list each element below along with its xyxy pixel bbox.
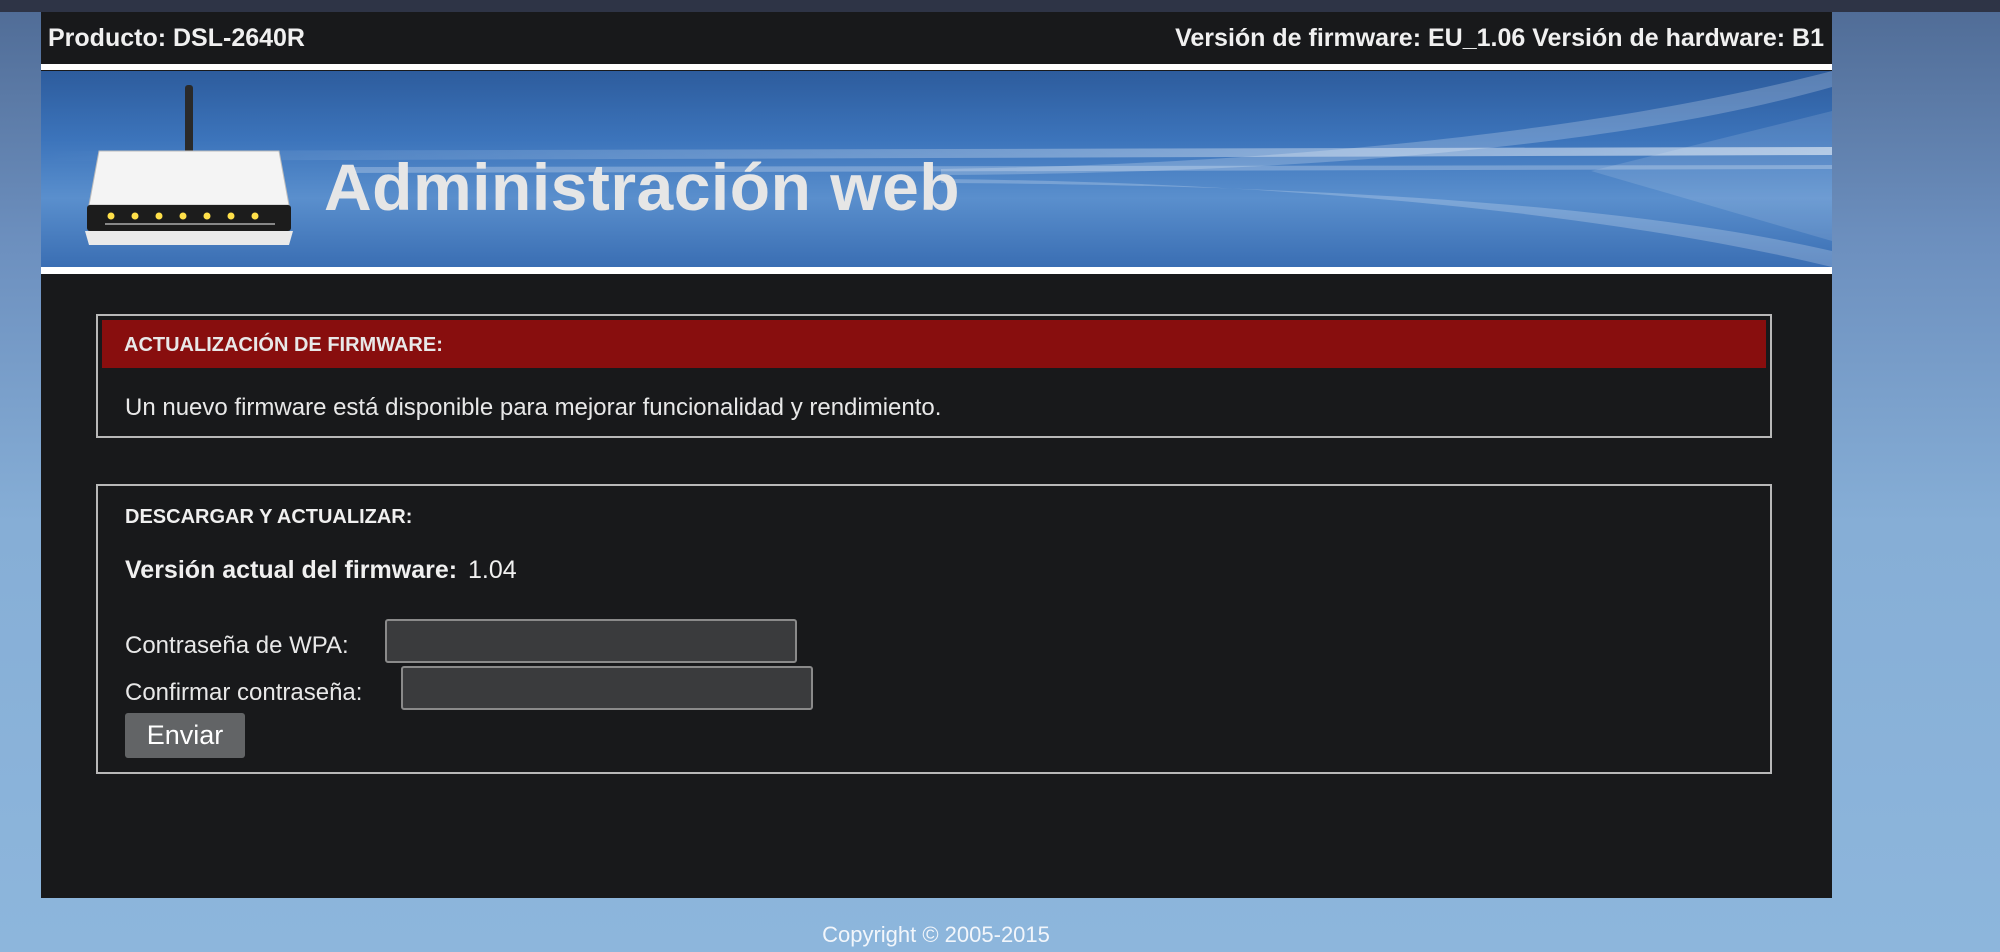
current-firmware-row: Versión actual del firmware: 1.04 (125, 556, 517, 585)
banner-divider (41, 267, 1832, 274)
confirm-password-input[interactable] (401, 666, 813, 710)
router-admin-panel: Producto: DSL-2640R Versión de firmware:… (41, 12, 1832, 898)
current-firmware-value: 1.04 (468, 556, 517, 584)
copyright-footer: Copyright © 2005-2015 (822, 922, 1050, 947)
page-title: Administración web (324, 150, 961, 224)
wpa-password-label: Contraseña de WPA: (125, 632, 349, 659)
device-info-bar: Producto: DSL-2640R Versión de firmware:… (41, 12, 1832, 64)
firmware-update-title: ACTUALIZACIÓN DE FIRMWARE: (124, 334, 443, 356)
version-info: Versión de firmware: EU_1.06 Versión de … (1175, 24, 1824, 52)
banner: Administración web (41, 71, 1832, 267)
router-icon (85, 85, 293, 245)
firmware-update-header: ACTUALIZACIÓN DE FIRMWARE: (102, 320, 1766, 368)
submit-button[interactable]: Enviar (125, 713, 245, 758)
download-update-section: DESCARGAR Y ACTUALIZAR: Versión actual d… (96, 484, 1772, 774)
firmware-update-section: ACTUALIZACIÓN DE FIRMWARE: Un nuevo firm… (96, 314, 1772, 438)
header-divider (41, 64, 1832, 70)
product-name: Producto: DSL-2640R (48, 24, 305, 52)
browser-top-strip (0, 0, 2000, 12)
download-update-title: DESCARGAR Y ACTUALIZAR: (125, 506, 413, 528)
wpa-password-input[interactable] (385, 619, 797, 663)
firmware-update-message: Un nuevo firmware está disponible para m… (125, 394, 942, 421)
current-firmware-label: Versión actual del firmware: (125, 556, 458, 584)
confirm-password-label: Confirmar contraseña: (125, 679, 363, 706)
